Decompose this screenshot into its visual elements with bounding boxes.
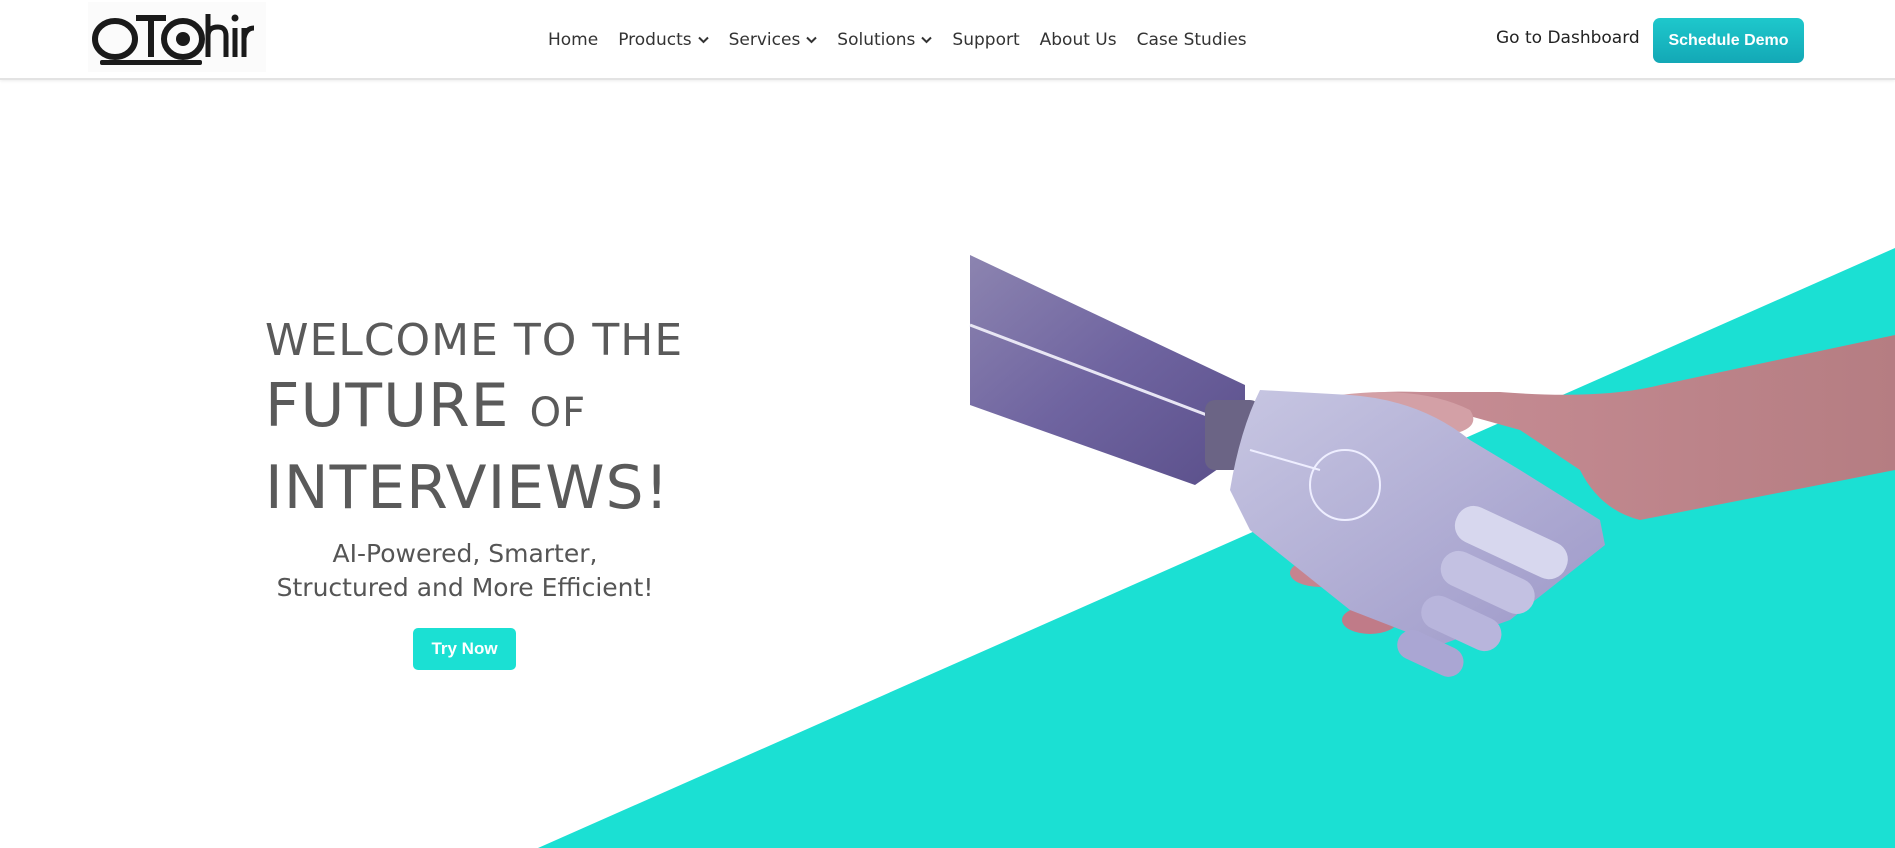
hero-headline-line1: WELCOME TO THE [265,315,684,366]
otohire-logo[interactable] [88,2,266,72]
hero-headline-of: OF [529,390,587,436]
nav-solutions-label: Solutions [837,30,916,50]
nav-products[interactable]: Products [618,30,709,50]
hero-subtitle-line1: AI-Powered, Smarter, [332,539,598,568]
hero-headline-line3: INTERVIEWS! [265,453,670,523]
main-nav: Home Products Services Solutions Support… [548,26,1267,54]
nav-case-studies[interactable]: Case Studies [1137,30,1247,50]
try-now-button[interactable]: Try Now [413,628,516,670]
teal-diagonal-shape [538,248,1895,848]
nav-services[interactable]: Services [729,30,818,50]
hero-subtitle: AI-Powered, Smarter, Structured and More… [265,537,665,605]
nav-support[interactable]: Support [952,30,1019,50]
nav-home-label: Home [548,30,599,50]
hero-headline-future: FUTURE [265,371,510,441]
go-to-dashboard-link[interactable]: Go to Dashboard [1496,28,1640,48]
nav-about-us[interactable]: About Us [1040,30,1117,50]
nav-solutions[interactable]: Solutions [837,30,933,50]
nav-products-label: Products [618,30,692,50]
robot-forearm [970,255,1245,485]
chevron-down-icon [921,36,933,44]
nav-services-label: Services [728,30,801,50]
nav-support-label: Support [952,30,1020,50]
nav-home[interactable]: Home [548,30,598,50]
top-navbar: Home Products Services Solutions Support… [0,0,1895,80]
hero-subtitle-line2: Structured and More Efficient! [276,573,654,602]
hero-headline-line2: FUTURE OF [265,370,665,449]
chevron-down-icon [697,36,709,44]
nav-about-us-label: About Us [1039,30,1117,50]
nav-case-studies-label: Case Studies [1136,30,1247,50]
chevron-down-icon [806,36,818,44]
hero-text-block: WELCOME TO THE FUTURE OF INTERVIEWS! AI-… [265,312,684,605]
schedule-demo-button[interactable]: Schedule Demo [1653,18,1804,63]
